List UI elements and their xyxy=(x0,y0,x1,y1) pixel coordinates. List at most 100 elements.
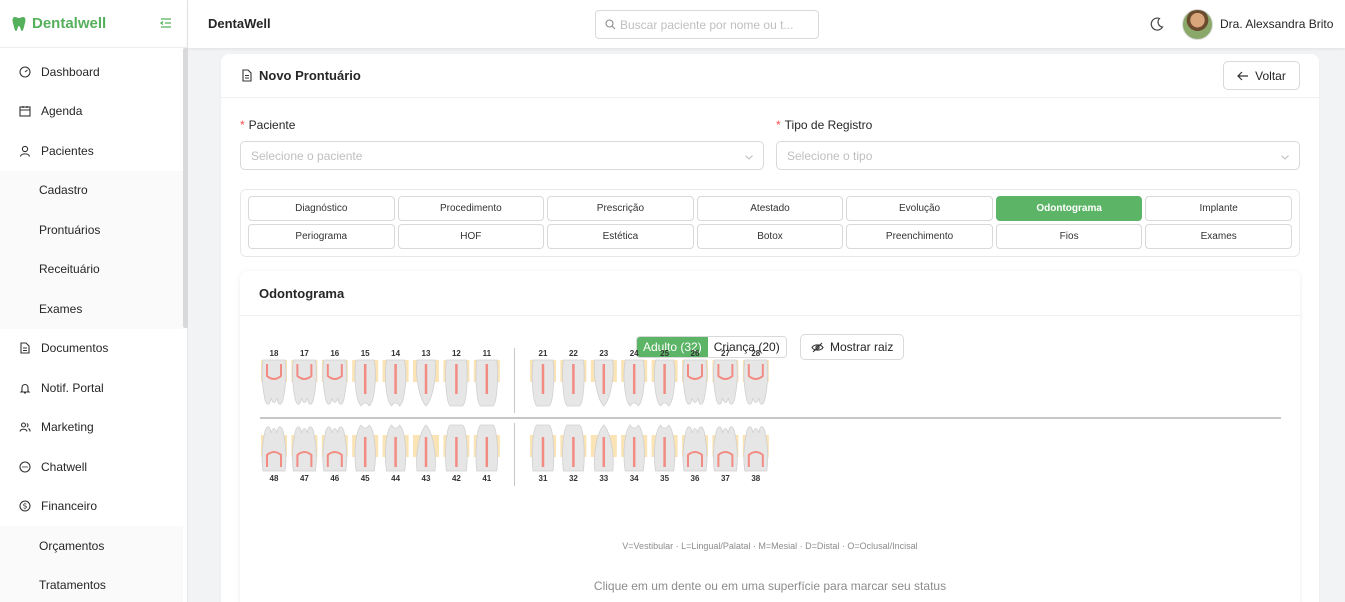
tooth-crown xyxy=(743,426,769,472)
sidebar-item-dashboard[interactable]: Dashboard xyxy=(0,52,183,92)
top-header: DentaWell Dra. Alexsandra Brito xyxy=(188,0,1345,48)
sidebar-item-receituario[interactable]: Receituário xyxy=(0,250,183,290)
tooth[interactable]: 12 xyxy=(443,349,470,407)
record-type-button[interactable]: Evolução xyxy=(846,196,993,221)
sidebar-item-label: Tratamentos xyxy=(39,578,106,593)
tooth[interactable]: 47 xyxy=(291,426,318,483)
tooth[interactable]: 22 xyxy=(560,349,587,407)
arrow-left-icon xyxy=(1237,71,1249,81)
tooth-crown xyxy=(291,359,317,405)
paciente-label-text: Paciente xyxy=(248,118,296,132)
record-type-button[interactable]: Odontograma xyxy=(995,196,1143,221)
sidebar-scrollbar[interactable] xyxy=(183,48,188,328)
search-box[interactable] xyxy=(595,10,819,39)
record-type-button[interactable]: Exames xyxy=(1145,224,1292,249)
record-type-button[interactable]: Diagnóstico xyxy=(248,196,395,221)
record-type-button[interactable]: Fios xyxy=(995,224,1143,249)
tooth[interactable]: 33 xyxy=(590,424,617,483)
tooth[interactable]: 36 xyxy=(682,426,708,483)
tooth[interactable]: 45 xyxy=(352,424,379,483)
sidebar-item-label: Documentos xyxy=(41,341,109,356)
tooth-number: 46 xyxy=(330,474,339,483)
tooth[interactable]: 16 xyxy=(321,349,348,405)
tipo-placeholder: Selecione o tipo xyxy=(787,148,873,163)
chevron-down-icon xyxy=(1280,151,1290,165)
avatar[interactable] xyxy=(1182,9,1213,40)
tooth[interactable]: 26 xyxy=(682,349,708,405)
record-type-button[interactable]: Estética xyxy=(547,224,694,249)
record-type-button[interactable]: HOF xyxy=(397,224,545,249)
sidebar-item-financeiro[interactable]: $ Financeiro xyxy=(0,487,183,527)
tipo-select[interactable]: Selecione o tipo xyxy=(776,141,1300,170)
tooth[interactable]: 27 xyxy=(712,349,739,405)
brand[interactable]: Dentalwell xyxy=(0,0,187,48)
tooth[interactable]: 31 xyxy=(530,424,556,483)
record-type-button[interactable]: Preenchimento xyxy=(846,224,993,249)
tooth-crown xyxy=(322,359,348,405)
record-type-button[interactable]: Procedimento xyxy=(397,196,545,221)
tooth[interactable]: 28 xyxy=(742,349,769,405)
odontogram-panel: Odontograma Adulto (32) Criança (20) Mos… xyxy=(240,271,1300,602)
tooth[interactable]: 21 xyxy=(530,349,556,407)
user-name[interactable]: Dra. Alexsandra Brito xyxy=(1220,17,1333,31)
tooth[interactable]: 32 xyxy=(560,424,587,483)
record-type-selector: Diagnóstico Procedimento Prescrição Atestad… xyxy=(240,189,1300,257)
tooth[interactable]: 11 xyxy=(473,349,500,407)
tooth[interactable]: 41 xyxy=(473,424,500,483)
tooth[interactable]: 14 xyxy=(382,349,409,407)
record-type-button[interactable]: Periograma xyxy=(248,224,395,249)
user-icon xyxy=(19,145,31,157)
tooth[interactable]: 18 xyxy=(261,349,287,405)
sidebar-item-pacientes[interactable]: Pacientes xyxy=(0,131,183,171)
tooth-number: 33 xyxy=(599,474,608,483)
record-type-button[interactable]: Atestado xyxy=(696,196,844,221)
tooth[interactable]: 24 xyxy=(621,349,648,407)
tooth-crown xyxy=(261,359,287,405)
sidebar-item-label: Exames xyxy=(39,301,83,316)
record-type-button[interactable]: Implante xyxy=(1145,196,1292,221)
tooth[interactable]: 46 xyxy=(321,426,348,483)
tooth[interactable]: 42 xyxy=(443,424,470,483)
back-button[interactable]: Voltar xyxy=(1223,61,1300,90)
tooth-number: 12 xyxy=(452,349,461,358)
sidebar-item-documentos[interactable]: Documentos xyxy=(0,329,183,369)
sidebar-item-cadastro[interactable]: Cadastro xyxy=(0,171,183,211)
financeiro-submenu: Orçamentos Tratamentos xyxy=(0,526,183,602)
chat-icon xyxy=(19,461,31,473)
tooth[interactable]: 34 xyxy=(621,424,648,483)
sidebar-item-orcamentos[interactable]: Orçamentos xyxy=(0,526,183,566)
search-input[interactable] xyxy=(620,17,810,32)
tooth-number: 15 xyxy=(361,349,370,358)
moon-icon[interactable] xyxy=(1149,16,1165,32)
tooth[interactable]: 17 xyxy=(291,349,318,405)
tooth[interactable]: 15 xyxy=(352,349,379,407)
sidebar-item-prontuarios[interactable]: Prontuários xyxy=(0,210,183,250)
sidebar-item-tratamentos[interactable]: Tratamentos xyxy=(0,566,183,602)
tooth[interactable]: 35 xyxy=(651,424,678,483)
menu-collapse-icon[interactable] xyxy=(159,16,172,28)
tooth[interactable]: 38 xyxy=(742,426,769,483)
tooth[interactable]: 13 xyxy=(413,349,439,407)
sidebar-item-agenda[interactable]: Agenda xyxy=(0,92,183,132)
record-type-button[interactable]: Prescrição xyxy=(547,196,694,221)
tipo-label-text: Tipo de Registro xyxy=(784,118,873,132)
card-header: Novo Prontuário xyxy=(221,54,1319,98)
record-type-button[interactable]: Botox xyxy=(696,224,844,249)
tooth[interactable]: 23 xyxy=(590,349,617,407)
sidebar-item-chatwell[interactable]: Chatwell xyxy=(0,447,183,487)
tooth[interactable]: 37 xyxy=(712,426,739,483)
sidebar-item-marketing[interactable]: Marketing xyxy=(0,408,183,448)
tooth[interactable]: 48 xyxy=(261,426,287,483)
chevron-down-icon xyxy=(744,151,754,165)
tooth[interactable]: 43 xyxy=(413,424,439,483)
tooth[interactable]: 25 xyxy=(651,349,678,407)
tooth-number: 16 xyxy=(330,349,339,358)
tooth-number: 47 xyxy=(300,474,309,483)
sidebar-item-exames[interactable]: Exames xyxy=(0,289,183,329)
document-icon xyxy=(19,342,31,354)
sidebar-item-notif-portal[interactable]: Notif. Portal xyxy=(0,368,183,408)
paciente-select[interactable]: Selecione o paciente xyxy=(240,141,764,170)
dollar-icon: $ xyxy=(19,500,31,512)
tooth-crown xyxy=(682,426,708,472)
tooth[interactable]: 44 xyxy=(382,424,409,483)
